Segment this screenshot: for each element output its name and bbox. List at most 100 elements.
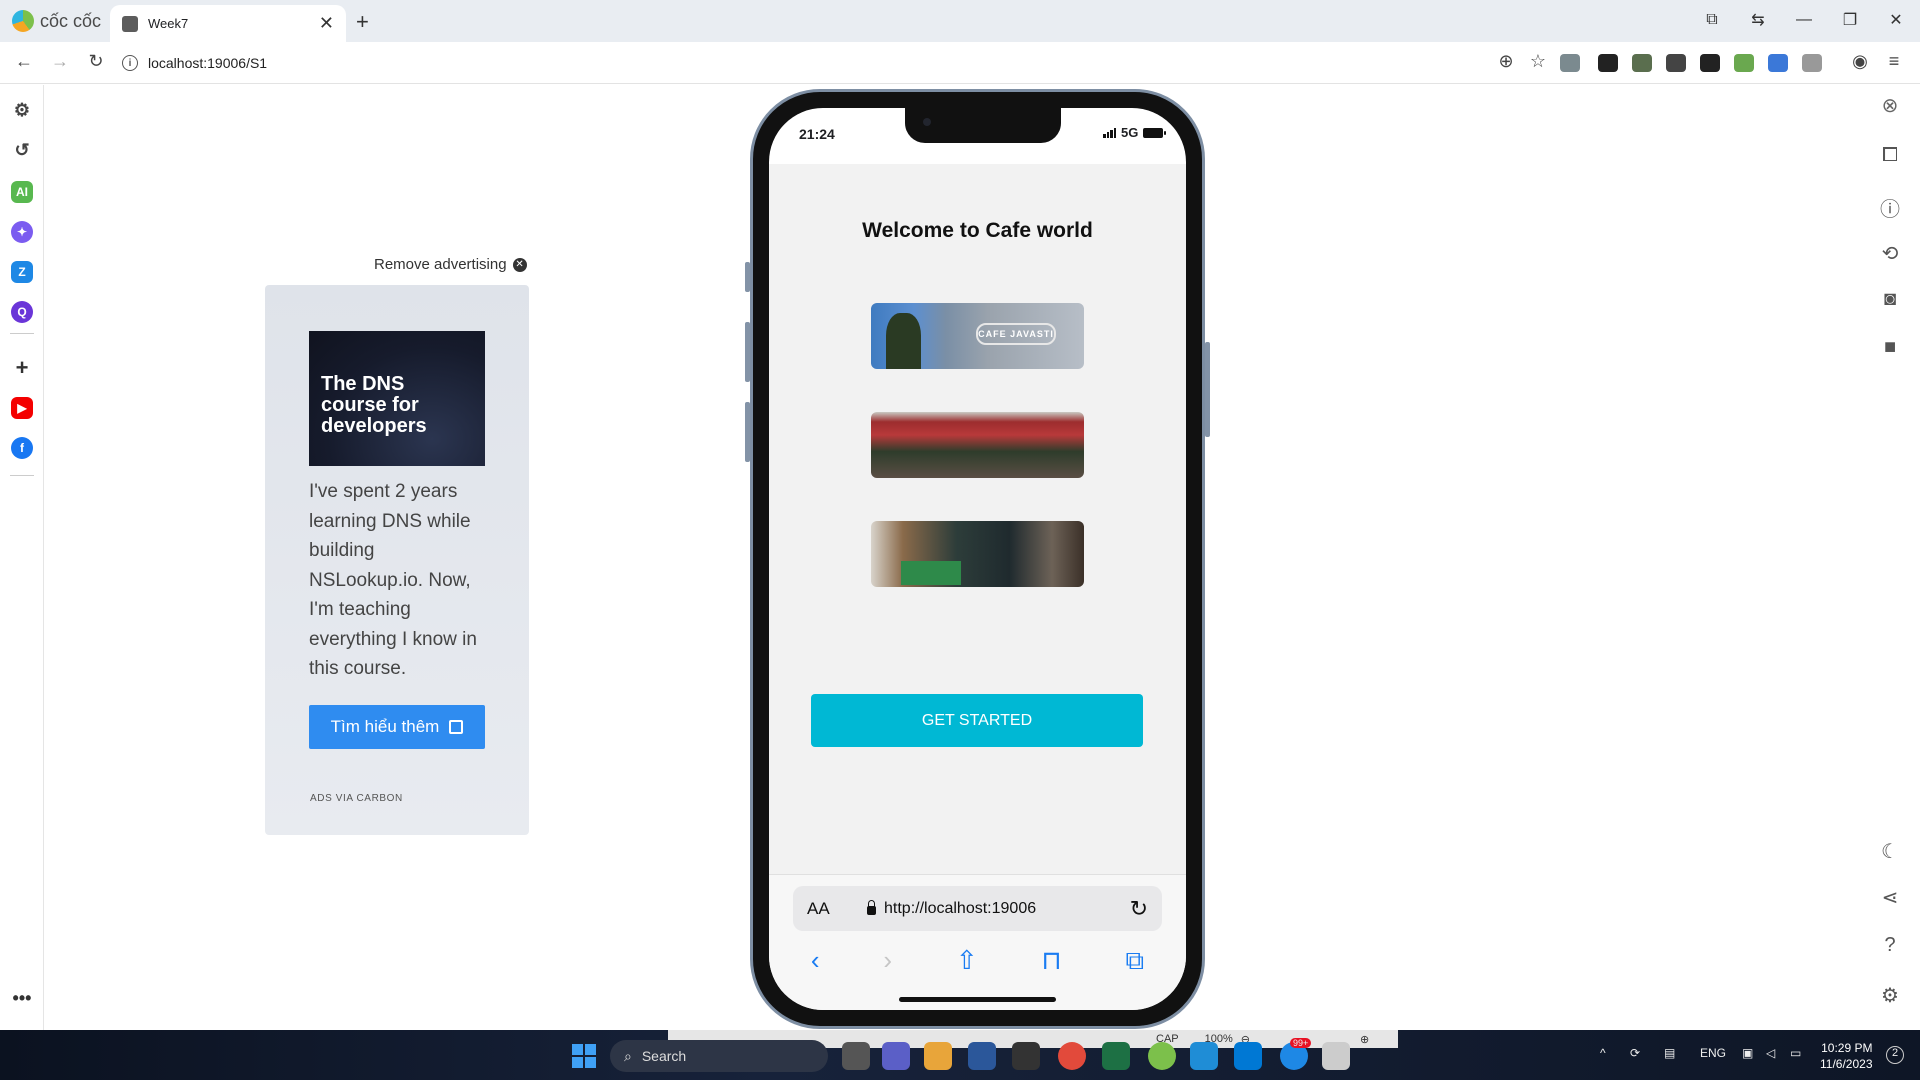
chrome-icon[interactable] xyxy=(1058,1042,1086,1070)
external-link-icon xyxy=(449,720,464,734)
tab-week7[interactable]: Week7 ✕ xyxy=(110,5,346,42)
minimize-button[interactable]: — xyxy=(1786,6,1822,34)
coccoc-logo-icon xyxy=(12,10,34,32)
task-view-icon[interactable] xyxy=(842,1042,870,1070)
get-started-button[interactable]: GET STARTED xyxy=(811,694,1143,747)
zalo-icon[interactable]: Z xyxy=(11,261,33,283)
file-explorer-icon[interactable] xyxy=(924,1042,952,1070)
back-button[interactable]: ← xyxy=(10,51,38,75)
more-icon[interactable]: ••• xyxy=(11,987,33,1009)
history-icon[interactable]: ↺ xyxy=(11,139,33,161)
vscode-icon[interactable] xyxy=(1234,1042,1262,1070)
messenger-icon[interactable]: ✦ xyxy=(11,221,33,243)
info-icon[interactable]: ⓘ xyxy=(1876,193,1904,221)
extension-icon[interactable] xyxy=(1598,54,1618,72)
search-placeholder: Search xyxy=(641,1048,687,1064)
close-panel-icon[interactable]: ⊗ xyxy=(1876,91,1904,119)
windows-start-icon[interactable] xyxy=(572,1044,596,1068)
camera-dot xyxy=(923,118,931,126)
url-field[interactable]: i localhost:19006/S1 xyxy=(122,50,1502,76)
cafe-photo-2 xyxy=(871,412,1084,478)
close-window-button[interactable]: ✕ xyxy=(1878,6,1914,34)
remove-advertising-link[interactable]: Remove advertising ✕ xyxy=(374,256,527,273)
unity-icon[interactable] xyxy=(1012,1042,1040,1070)
restore-button[interactable]: ❐ xyxy=(1832,6,1868,34)
profile-icon[interactable]: ◉ xyxy=(1846,51,1874,75)
camera-icon[interactable]: ◙ xyxy=(1876,285,1904,313)
share-icon[interactable]: ⋖ xyxy=(1876,883,1904,911)
reload-icon[interactable]: ↻ xyxy=(1130,896,1148,922)
browser-titlebar: cốc cốc Week7 ✕ + ⧉ ⇆ — ❐ ✕ xyxy=(0,0,1920,42)
notification-count[interactable]: 2 xyxy=(1886,1046,1904,1064)
taskbar-search[interactable]: ⌕ Search xyxy=(610,1040,828,1072)
edge-icon[interactable] xyxy=(1190,1042,1218,1070)
help-icon[interactable]: ? xyxy=(1876,931,1904,959)
devices-new-icon[interactable]: ⧠ xyxy=(1876,141,1904,169)
battery-tray-icon[interactable]: ▭ xyxy=(1790,1046,1801,1060)
tab-favicon-icon xyxy=(122,15,138,32)
app-content: Welcome to Cafe world CAFE JAVASTI GET S… xyxy=(769,164,1186,874)
bookmark-star-icon[interactable]: ☆ xyxy=(1524,51,1552,75)
extension-icon[interactable] xyxy=(1666,54,1686,72)
ads-via-carbon[interactable]: ADS VIA CARBON xyxy=(310,793,403,804)
zoom-icon[interactable]: ⊕ xyxy=(1492,51,1520,75)
network-label: 5G xyxy=(1121,125,1139,140)
add-app-icon[interactable]: + xyxy=(11,355,33,380)
facebook-icon[interactable]: f xyxy=(11,437,33,459)
language-indicator[interactable]: ENG xyxy=(1700,1046,1726,1060)
youtube-icon[interactable]: ▶ xyxy=(11,397,33,419)
tray-chevron-icon[interactable]: ^ xyxy=(1600,1046,1606,1060)
tab-close-icon[interactable]: ✕ xyxy=(319,13,334,34)
dark-mode-moon-icon[interactable]: ☾ xyxy=(1876,837,1904,865)
safari-nav-buttons: ‹ › ⇧ ⊓ ⧉ xyxy=(769,945,1186,977)
ai-assistant-icon[interactable]: AI xyxy=(11,181,33,203)
video-icon[interactable]: ■ xyxy=(1876,333,1904,361)
settings-gear-icon[interactable]: ⚙ xyxy=(11,99,33,121)
safari-tabs-icon[interactable]: ⧉ xyxy=(1126,945,1145,977)
forward-button[interactable]: → xyxy=(46,51,74,75)
power-button xyxy=(1205,342,1210,437)
search-app-icon[interactable]: Q xyxy=(11,301,33,323)
tab-search-icon[interactable]: ⧉ xyxy=(1694,6,1730,34)
excel-icon[interactable] xyxy=(1102,1042,1130,1070)
volume-icon[interactable]: ◁ xyxy=(1766,1046,1775,1060)
teams-icon[interactable] xyxy=(882,1042,910,1070)
sync-icon[interactable]: ⟳ xyxy=(1630,1046,1640,1060)
reload-button[interactable]: ↻ xyxy=(82,51,110,75)
ad-image[interactable]: The DNS course for developers xyxy=(309,331,485,466)
extension-icon[interactable] xyxy=(1632,54,1652,72)
safari-address-bar[interactable]: AA http://localhost:19006 ↻ xyxy=(793,886,1162,931)
translate-extension-icon[interactable] xyxy=(1768,54,1788,72)
coccoc-taskbar-icon[interactable] xyxy=(1148,1042,1176,1070)
menu-icon[interactable]: ≡ xyxy=(1880,51,1908,75)
extension-icon[interactable] xyxy=(1734,54,1754,72)
text-size-button[interactable]: AA xyxy=(807,899,867,919)
notification-badge: 99+ xyxy=(1290,1038,1312,1048)
taskbar-clock[interactable]: 10:29 PM 11/6/2023 xyxy=(1820,1040,1873,1072)
extension-shield-icon[interactable] xyxy=(1560,54,1580,72)
back-forward-cache-icon[interactable]: ⇆ xyxy=(1740,6,1776,34)
extension-icon[interactable] xyxy=(1700,54,1720,72)
ad-body[interactable]: I've spent 2 years learning DNS while bu… xyxy=(309,477,489,684)
zoom-in-icon[interactable]: ⊕ xyxy=(1360,1033,1369,1046)
safari-back-icon[interactable]: ‹ xyxy=(811,945,820,977)
new-tab-button[interactable]: + xyxy=(356,9,369,35)
volume-down-button xyxy=(745,402,750,462)
learn-more-button[interactable]: Tìm hiểu thêm xyxy=(309,705,485,749)
clock-time: 10:29 PM xyxy=(1821,1041,1873,1055)
safari-bookmarks-icon[interactable]: ⊓ xyxy=(1041,945,1061,977)
tab-title: Week7 xyxy=(148,16,189,31)
network-icon[interactable]: ▣ xyxy=(1742,1046,1753,1060)
site-info-icon[interactable]: i xyxy=(122,55,138,71)
battery-icon xyxy=(1143,127,1167,138)
settings-gear-icon[interactable]: ⚙ xyxy=(1876,981,1904,1009)
lock-icon xyxy=(867,900,876,915)
tray-app-icon[interactable]: ▤ xyxy=(1664,1046,1675,1060)
safari-share-icon[interactable]: ⇧ xyxy=(956,945,978,977)
left-sidebar: ⚙ ↺ AI ✦ Z Q + ▶ f ••• xyxy=(0,85,44,1030)
word-icon[interactable] xyxy=(968,1042,996,1070)
extensions-puzzle-icon[interactable] xyxy=(1802,54,1822,72)
rotate-icon[interactable]: ⟲ xyxy=(1876,239,1904,267)
safari-forward-icon[interactable]: › xyxy=(883,945,892,977)
app-icon[interactable] xyxy=(1322,1042,1350,1070)
